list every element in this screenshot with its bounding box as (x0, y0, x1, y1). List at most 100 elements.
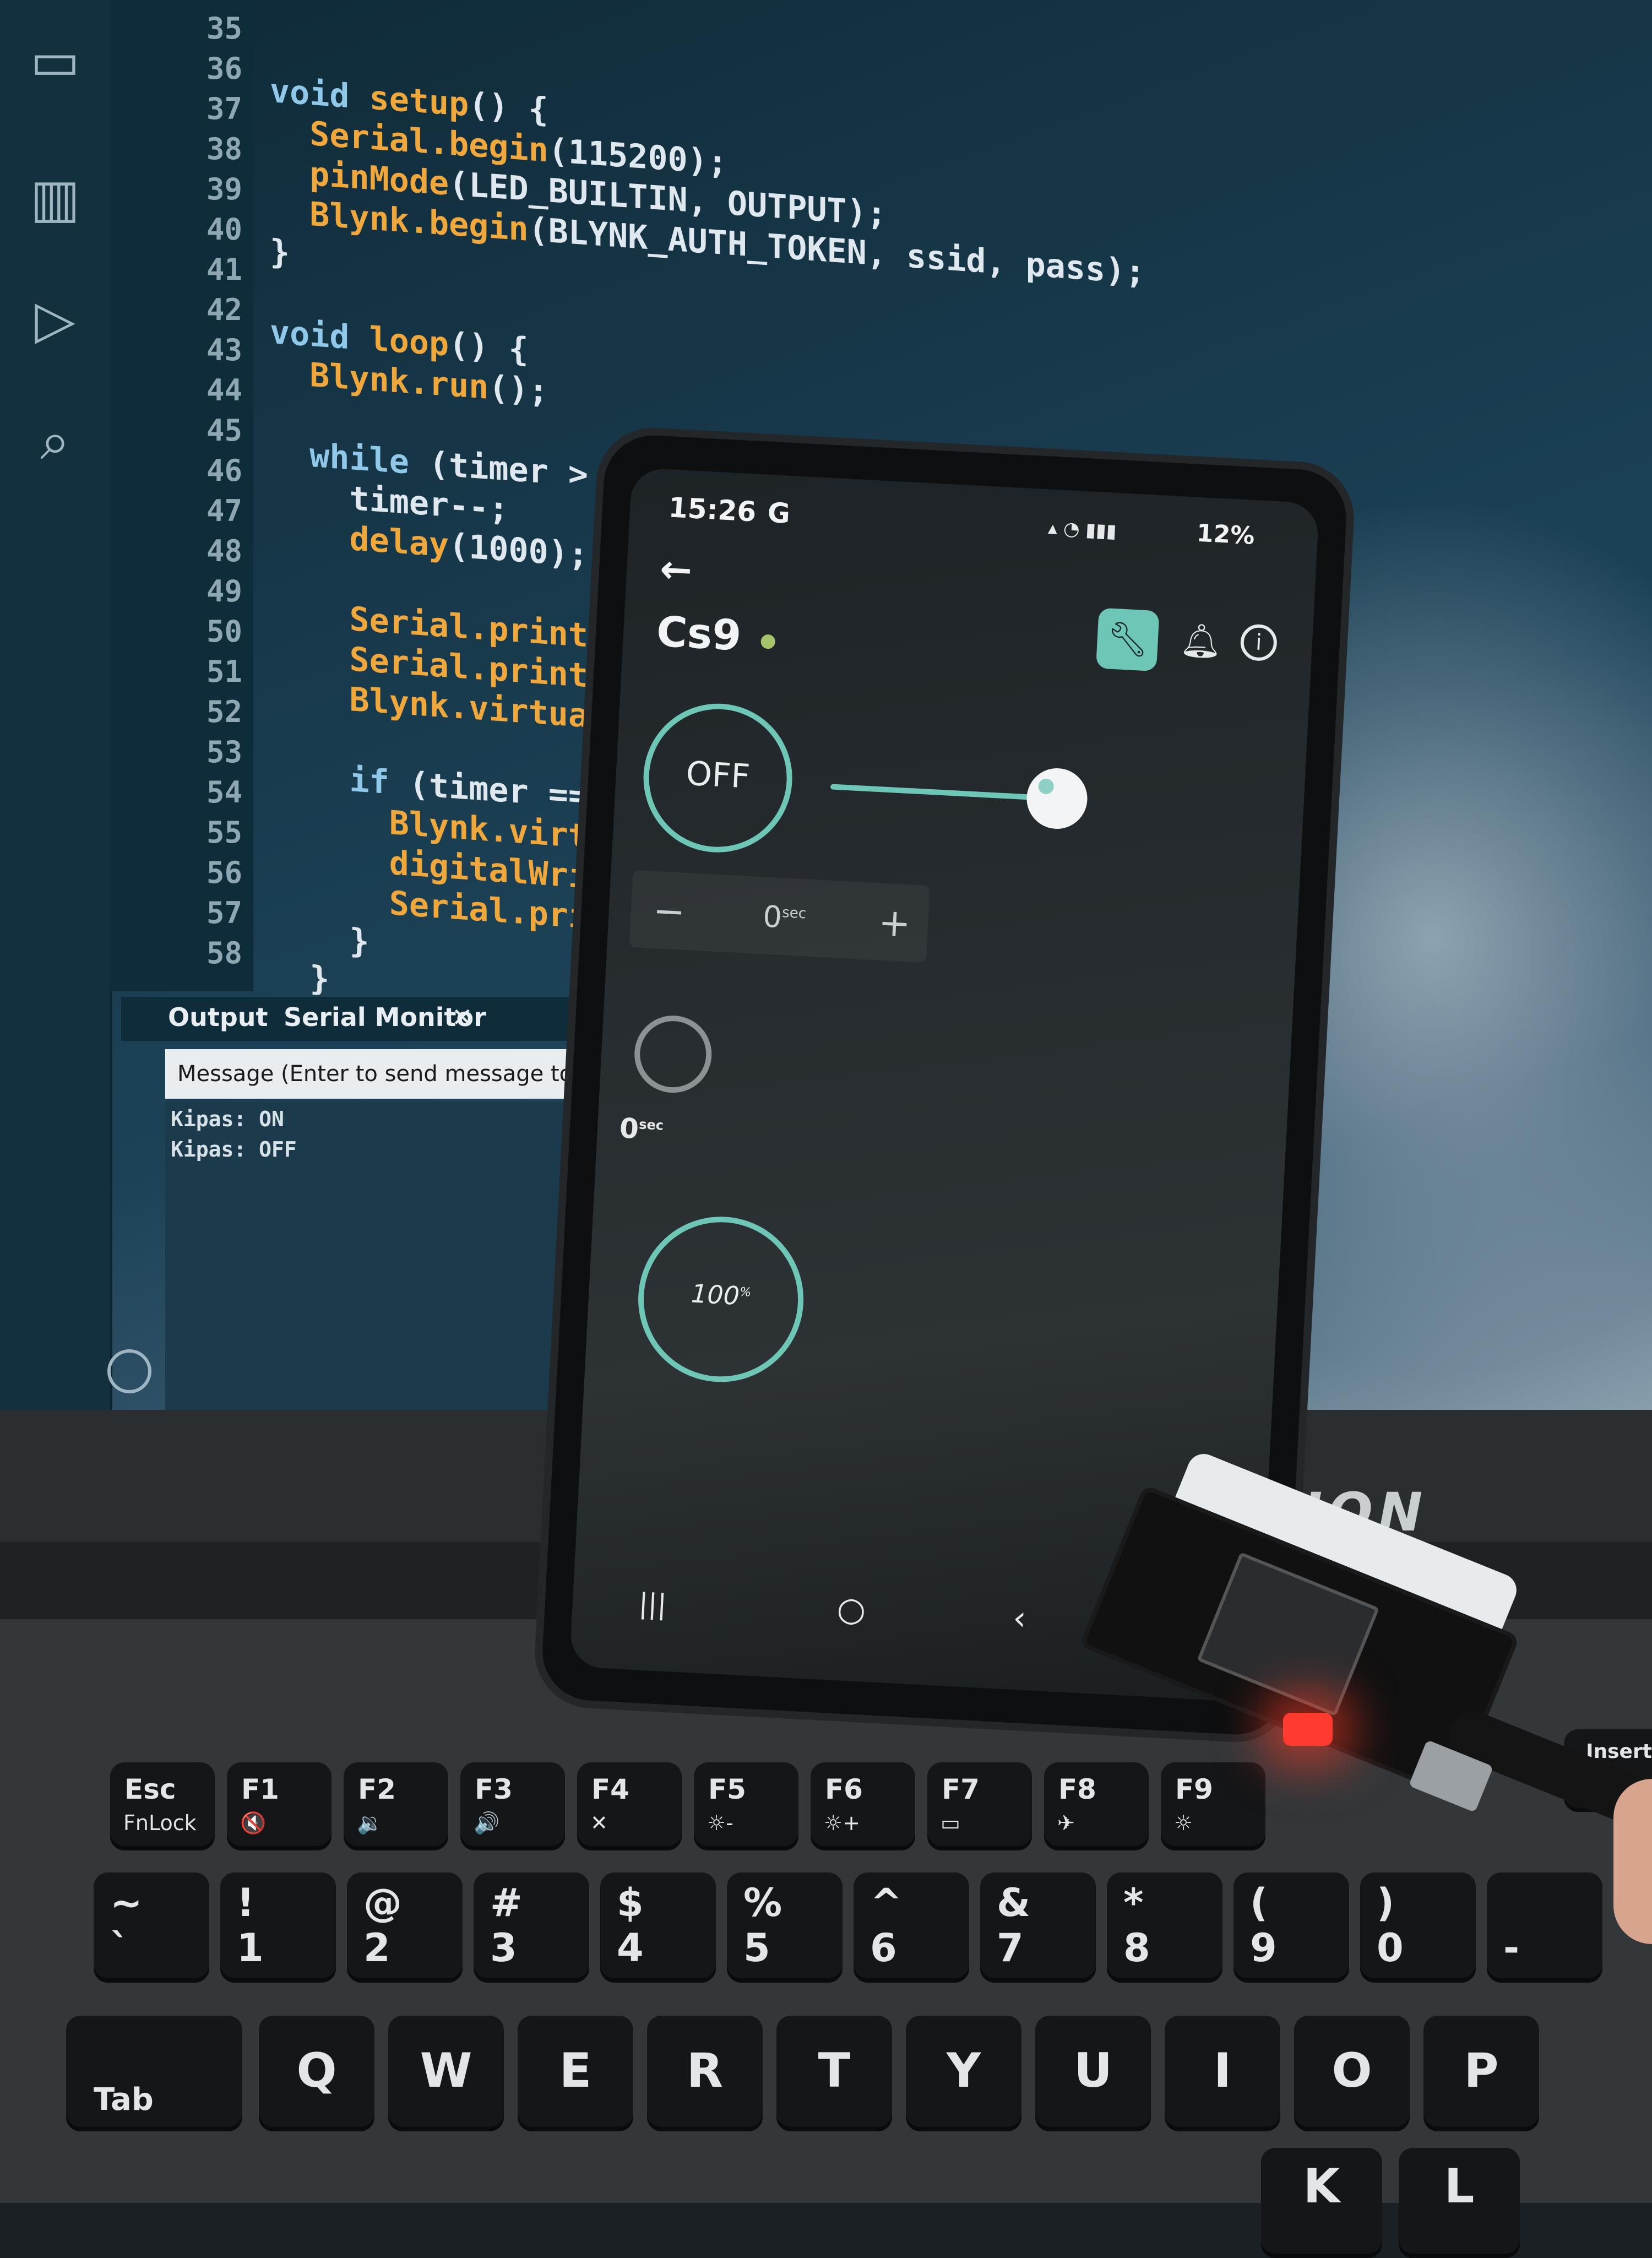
key-label: # (490, 1880, 523, 1925)
serial-output-line: Kipas: ON (171, 1107, 284, 1131)
sketchbook-icon[interactable]: ▭ (22, 28, 88, 94)
key-fn-7[interactable]: F7 ▭ (927, 1762, 1032, 1850)
key-label: $ (617, 1880, 644, 1925)
key-label: L (1444, 2159, 1475, 2214)
key-alpha-0[interactable]: Tab (66, 2016, 242, 2131)
finger (1613, 1779, 1652, 1944)
key-label: F8 (1058, 1773, 1096, 1805)
line-number: 43 (206, 333, 242, 367)
account-icon[interactable] (107, 1349, 151, 1393)
key-num-6[interactable]: ^ 6 (854, 1872, 969, 1983)
key-alpha-9[interactable]: O (1294, 2016, 1410, 2131)
key-alpha-1[interactable]: Q (259, 2016, 374, 2131)
step-control: − 0sec + (629, 870, 930, 963)
key-alpha-8[interactable]: I (1165, 2016, 1280, 2131)
nav-back-button[interactable]: ‹ (1012, 1599, 1028, 1638)
key-label: @ (363, 1880, 402, 1925)
key-label: ▭ (941, 1811, 960, 1835)
key-fn-5[interactable]: F5 ☼- (694, 1762, 798, 1850)
ide-activity-bar: ▭ ▥ ▷ ⌕ (0, 0, 112, 1410)
key-bottom-0[interactable]: K (1261, 2148, 1382, 2258)
key-label: 0 (1377, 1925, 1404, 1971)
line-number: 47 (206, 493, 242, 528)
key-alpha-6[interactable]: Y (906, 2016, 1021, 2131)
debug-icon[interactable]: ▷ (22, 286, 88, 352)
key-alpha-10[interactable]: P (1423, 2016, 1539, 2131)
key-num-7[interactable]: & 7 (980, 1872, 1096, 1983)
key-label: 6 (870, 1925, 897, 1971)
wrench-icon[interactable]: 🔧︎ (1095, 607, 1160, 672)
key-label: F7 (942, 1773, 980, 1805)
power-toggle-button[interactable]: OFF (639, 699, 796, 856)
code-token: } (270, 232, 290, 273)
code-token: void (270, 72, 369, 117)
line-number: 54 (206, 775, 242, 810)
info-icon[interactable]: i (1240, 623, 1278, 662)
key-num-4[interactable]: $4 (600, 1872, 716, 1983)
timer-indicator[interactable] (632, 1013, 714, 1095)
key-label: F5 (708, 1773, 746, 1805)
key-num-11[interactable]: - (1487, 1872, 1602, 1983)
key-alpha-7[interactable]: U (1035, 2016, 1151, 2131)
key-alpha-5[interactable]: T (776, 2016, 892, 2131)
line-number: 44 (206, 373, 242, 408)
key-label: ) (1377, 1880, 1394, 1925)
key-label: 4 (617, 1925, 644, 1971)
power-led (1283, 1713, 1333, 1746)
search-icon[interactable]: ⌕ (22, 408, 88, 474)
status-carrier-icon: G (767, 496, 791, 530)
key-label: R (686, 2043, 724, 2098)
key-label: * (1123, 1880, 1144, 1925)
key-label: Q (296, 2043, 337, 2098)
code-line: } (270, 232, 290, 273)
key-fn-1[interactable]: F1 🔇 (227, 1762, 332, 1850)
tab-output[interactable]: Output (168, 1002, 268, 1032)
key-fn-9[interactable]: F9 ☼ (1161, 1762, 1265, 1850)
key-fn-0[interactable]: Esc FnLock (110, 1762, 215, 1850)
key-num-5[interactable]: % 5 (727, 1872, 843, 1983)
key-label: 3 (490, 1925, 517, 1971)
line-number: 51 (206, 654, 242, 689)
back-arrow-icon[interactable]: ← (659, 546, 693, 593)
key-label: E (559, 2043, 592, 2098)
key-num-1[interactable]: ! 1 (220, 1872, 336, 1983)
key-num-9[interactable]: (9 (1233, 1872, 1349, 1983)
key-label: ! (237, 1880, 254, 1925)
key-label: P (1464, 2043, 1499, 2098)
key-fn-2[interactable]: F2 🔉 (344, 1762, 448, 1850)
gauge-value: 100 (690, 1278, 741, 1311)
slider-track[interactable] (830, 767, 1089, 831)
step-minus-button[interactable]: − (652, 888, 687, 935)
code-line: } (270, 956, 329, 999)
key-label: Y (946, 2043, 981, 2098)
key-fn-4[interactable]: F4 ✕ (577, 1762, 682, 1850)
nav-home-button[interactable]: ○ (836, 1589, 867, 1630)
key-label: FnLock (123, 1811, 197, 1835)
serial-message-input[interactable]: Message (Enter to send message to 'I (165, 1049, 639, 1099)
key-alpha-3[interactable]: E (518, 2016, 633, 2131)
slider-knob[interactable] (1025, 767, 1089, 831)
key-fn-3[interactable]: F3 🔊 (460, 1762, 565, 1850)
timer-unit: sec (638, 1116, 664, 1133)
line-number: 52 (206, 694, 242, 729)
line-number: 40 (206, 212, 242, 247)
close-icon[interactable]: ✕ (452, 1002, 473, 1032)
key-alpha-2[interactable]: W (388, 2016, 504, 2131)
step-plus-button[interactable]: + (877, 899, 912, 946)
key-fn-8[interactable]: F8 ✈ (1044, 1762, 1149, 1850)
nav-recents-button[interactable]: ||| (638, 1587, 667, 1621)
key-alpha-4[interactable]: R (647, 2016, 763, 2131)
library-icon[interactable]: ▥ (22, 165, 88, 231)
bell-icon[interactable]: 🔔︎ (1179, 620, 1223, 661)
key-label: 5 (743, 1925, 770, 1971)
key-fn-6[interactable]: F6 ☼+ (811, 1762, 915, 1850)
code-token: loop (369, 319, 449, 364)
power-toggle-label: OFF (684, 754, 751, 796)
key-num-10[interactable]: ) 0 (1360, 1872, 1476, 1983)
esp32-chip (1197, 1552, 1380, 1717)
key-num-3[interactable]: #3 (474, 1872, 589, 1983)
key-num-2[interactable]: @2 (347, 1872, 463, 1983)
key-num-0[interactable]: ~ ` (94, 1872, 209, 1983)
key-bottom-1[interactable]: L (1399, 2148, 1520, 2258)
key-num-8[interactable]: * 8 (1107, 1872, 1222, 1983)
